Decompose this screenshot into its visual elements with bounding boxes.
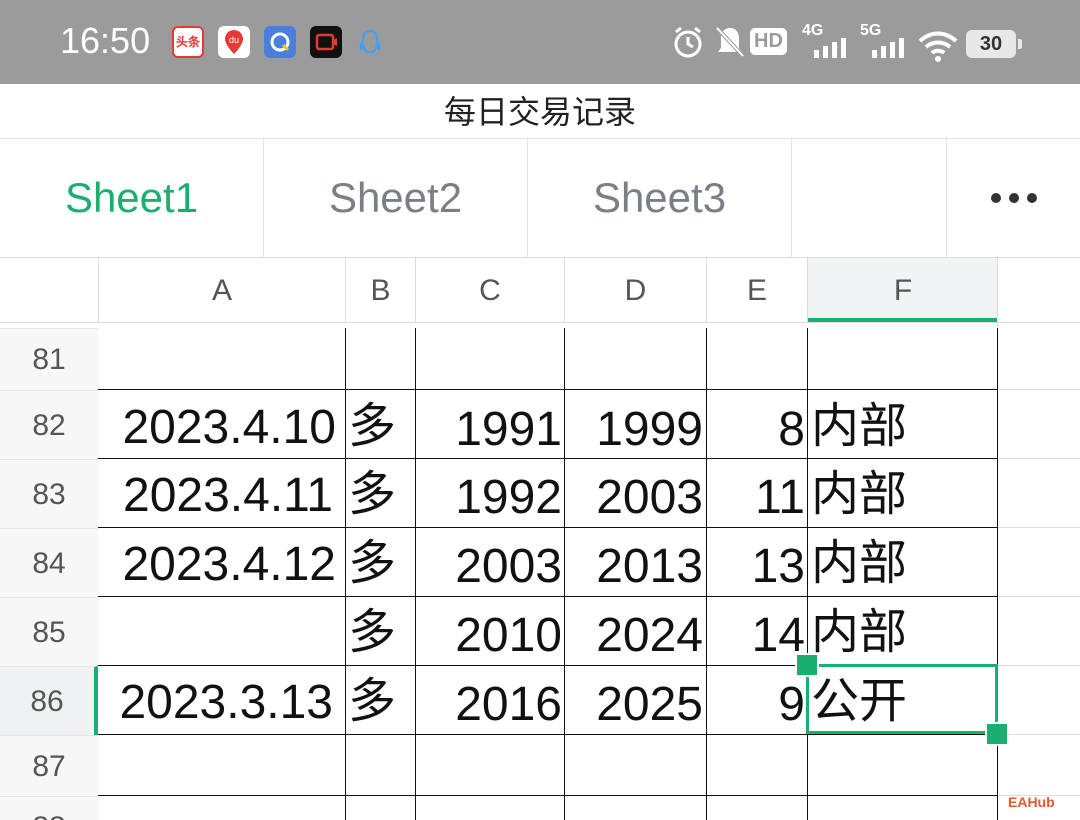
cell-d86[interactable]: 2025 [565,681,703,729]
selection-handle-top-left[interactable] [795,653,819,677]
cell-f83[interactable]: 内部 [811,470,907,518]
cell-b84[interactable]: 多 [348,539,396,587]
cell-a84[interactable]: 2023.4.12 [90,541,336,589]
sheet-tabs: Sheet1 Sheet2 Sheet3 [0,139,1080,258]
tab-empty-slot [792,139,946,257]
hd-icon: HD [750,28,787,68]
row-header-87[interactable]: 87 [0,735,98,796]
cell-f84[interactable]: 内部 [811,539,907,587]
row-header-83[interactable]: 83 [0,459,98,528]
tab-sheet3[interactable]: Sheet3 [528,139,792,257]
cell-f85[interactable]: 内部 [811,608,907,656]
cell-b85[interactable]: 多 [348,608,396,656]
selected-cell-f86[interactable] [806,664,998,734]
document-title: 每日交易记录 [443,93,636,131]
row-header-86[interactable]: 86 [0,666,98,735]
clock: 16:50 [60,20,151,61]
column-header-a[interactable]: A [99,258,345,322]
cell-a83[interactable]: 2023.4.11 [90,472,333,520]
row-header-81[interactable]: 81 [0,328,98,390]
5g-signal-icon: 5G [858,22,912,62]
mute-icon [715,26,745,58]
selection-handle-bottom-right[interactable] [985,722,1009,746]
tab-sheet1[interactable]: Sheet1 [0,139,264,257]
title-bar: 每日交易记录 [0,84,1080,139]
cell-b82[interactable]: 多 [348,402,396,450]
cell-a82[interactable]: 2023.4.10 [90,404,336,452]
cell-b83[interactable]: 多 [348,470,396,518]
4g-signal-icon: 4G [800,22,854,62]
tab-sheet2[interactable]: Sheet2 [264,139,528,257]
column-header-d[interactable]: D [565,258,706,322]
cell-d84[interactable]: 2013 [565,543,703,591]
wifi-icon [918,31,958,62]
cell-e83[interactable]: 11 [707,474,805,522]
cell-c85[interactable]: 2010 [416,612,562,660]
row-header-84[interactable]: 84 [0,528,98,597]
browser-app-icon [264,26,296,58]
cell-e85[interactable]: 14 [707,612,805,660]
cell-b86[interactable]: 多 [348,677,396,725]
column-header-c[interactable]: C [416,258,564,322]
toutiao-app-icon: 头条 [172,26,204,58]
cell-c83[interactable]: 1992 [416,474,562,522]
cell-f82[interactable]: 内部 [811,402,907,450]
spreadsheet-grid[interactable]: A B C D E F 81 82 83 84 85 86 87 88 2023… [0,258,1080,820]
status-bar: 16:50 头条 du HD 4G 5G 30 [0,0,1080,84]
cell-d82[interactable]: 1999 [565,406,703,454]
column-header-b[interactable]: B [346,258,415,322]
row-header-85[interactable]: 85 [0,597,98,666]
cell-c82[interactable]: 1991 [416,406,562,454]
more-dots-icon[interactable] [946,139,1080,257]
cell-e84[interactable]: 13 [707,543,805,591]
cell-e82[interactable]: 8 [707,406,805,454]
baidu-maps-app-icon: du [218,26,250,58]
row-header-88[interactable]: 88 [0,796,98,820]
cell-c86[interactable]: 2016 [416,681,562,729]
svg-text:du: du [229,35,239,45]
alarm-icon [674,26,702,58]
cell-c84[interactable]: 2003 [416,543,562,591]
column-header-e[interactable]: E [707,258,807,322]
column-header-f[interactable]: F [808,258,998,322]
row-header-82[interactable]: 82 [0,390,98,459]
cell-a86[interactable]: 2023.3.13 [90,679,333,727]
cell-d85[interactable]: 2024 [565,612,703,660]
video-app-icon [310,26,342,58]
select-all-corner[interactable] [0,258,98,322]
cell-d83[interactable]: 2003 [565,474,703,522]
qq-app-icon [354,26,386,58]
watermark: EAHub [1008,794,1055,810]
cell-e86[interactable]: 9 [707,681,805,729]
battery-indicator: 30 [966,30,1022,58]
